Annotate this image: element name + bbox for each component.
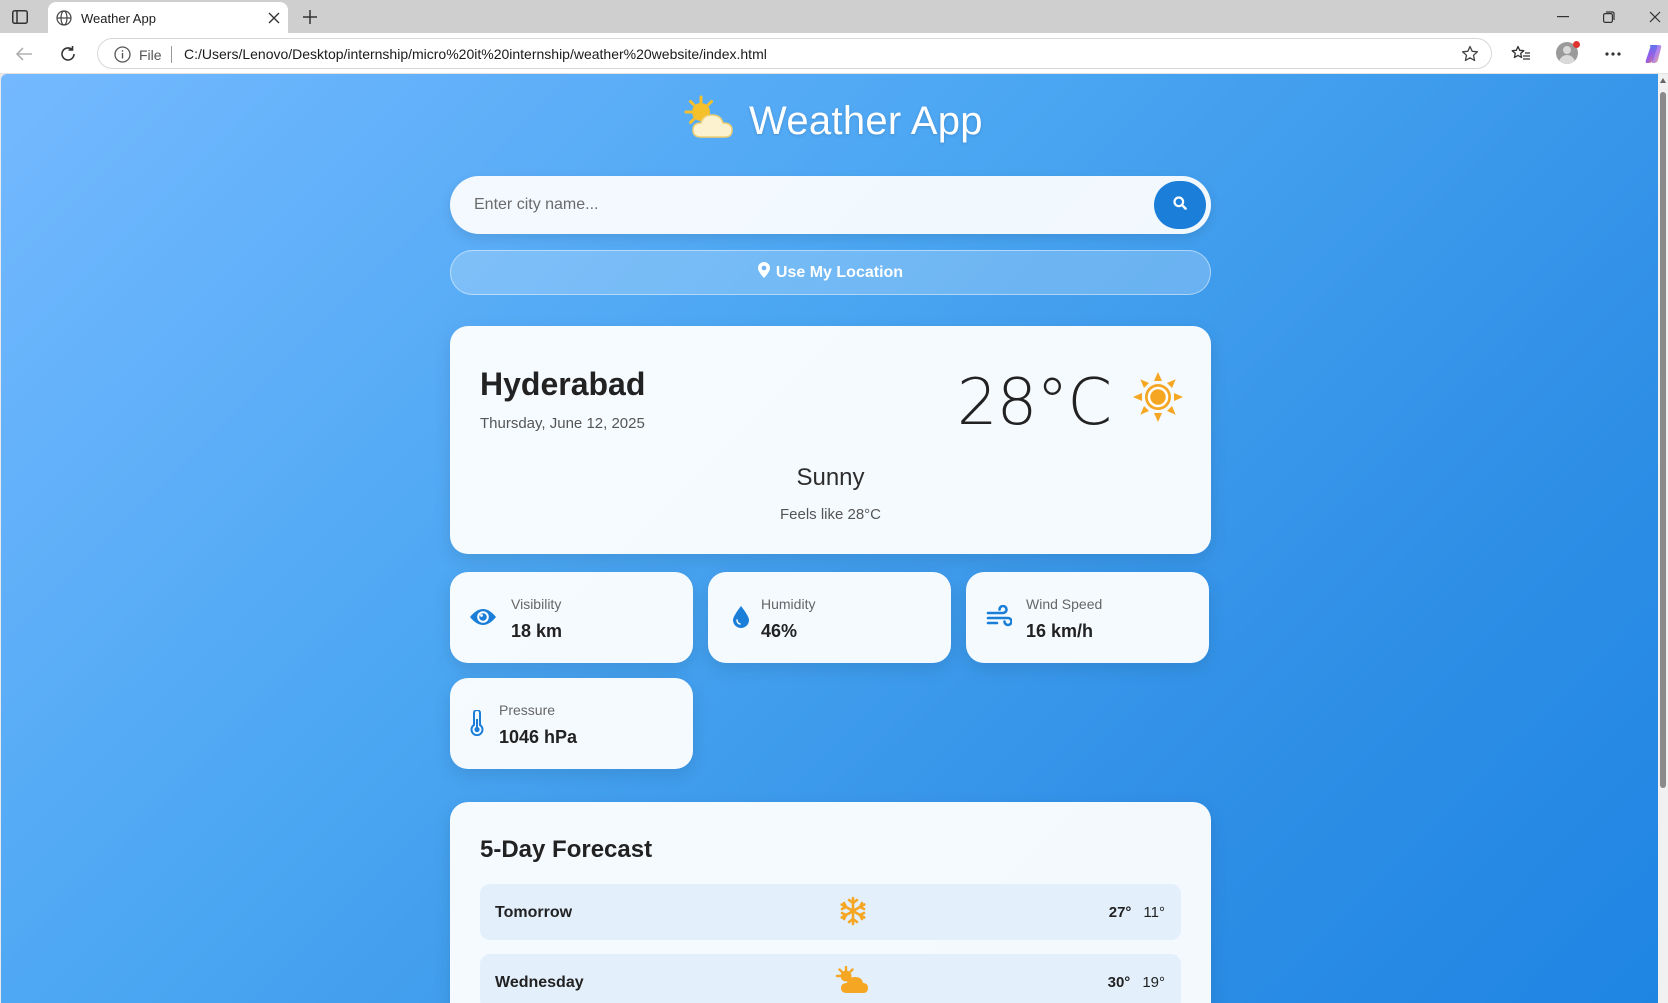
partly-cloudy-icon bbox=[681, 95, 737, 148]
app-title: Weather App bbox=[749, 98, 983, 143]
feels-like: Feels like 28°C bbox=[779, 506, 882, 523]
forecast-high: 30° bbox=[1107, 974, 1131, 991]
detail-value: 46% bbox=[761, 621, 798, 641]
restore-icon[interactable] bbox=[1600, 8, 1618, 26]
current-weather-card: Hyderabad Thursday, June 12, 2025 28°C S… bbox=[450, 326, 1211, 554]
page-viewport: Weather App Use My Location Hyderabad Th… bbox=[1, 74, 1658, 1003]
minimize-icon[interactable] bbox=[1554, 8, 1572, 26]
scrollbar-thumb[interactable] bbox=[1660, 92, 1666, 788]
forecast-day: Wednesday bbox=[495, 974, 584, 991]
forecast-day: Tomorrow bbox=[495, 904, 573, 921]
sidebar-toggle-icon[interactable] bbox=[8, 6, 32, 28]
page-scrollbar[interactable] bbox=[1658, 74, 1668, 1003]
search-icon bbox=[1173, 195, 1187, 215]
partly-cloudy-icon bbox=[835, 965, 869, 1001]
detail-value: 16 km/h bbox=[1026, 621, 1094, 641]
forecast-high: 27° bbox=[1108, 904, 1132, 921]
visibility-card: Visibility 18 km bbox=[450, 572, 693, 663]
more-icon[interactable] bbox=[1601, 42, 1625, 66]
detail-label: Visibility bbox=[511, 596, 562, 612]
snowflake-icon bbox=[839, 896, 867, 931]
copilot-icon[interactable] bbox=[1642, 42, 1666, 66]
refresh-icon[interactable] bbox=[56, 42, 80, 66]
globe-icon bbox=[56, 10, 72, 31]
app-header: Weather App bbox=[681, 95, 983, 148]
current-temperature: 28°C bbox=[956, 366, 1112, 440]
search-button[interactable] bbox=[1154, 181, 1206, 229]
info-icon[interactable] bbox=[114, 46, 131, 68]
use-location-button[interactable]: Use My Location bbox=[450, 250, 1211, 295]
forecast-low: 11° bbox=[1143, 904, 1165, 921]
notification-dot bbox=[1573, 41, 1580, 48]
browser-tab[interactable]: Weather App bbox=[48, 2, 288, 33]
browser-tab-bar: Weather App bbox=[0, 0, 1668, 33]
new-tab-button[interactable] bbox=[299, 6, 321, 28]
tab-title: Weather App bbox=[81, 11, 156, 26]
address-toolbar: File C:/Users/Lenovo/Desktop/internship/… bbox=[0, 33, 1668, 74]
search-bar bbox=[450, 176, 1211, 234]
window-close-icon[interactable] bbox=[1646, 8, 1664, 26]
droplet-icon bbox=[726, 602, 756, 632]
pressure-card: Pressure 1046 hPa bbox=[450, 678, 693, 769]
detail-label: Wind Speed bbox=[1026, 596, 1103, 612]
forecast-card: 5-Day Forecast Tomorrow 27° 11° Wednesda… bbox=[450, 802, 1211, 1003]
detail-label: Pressure bbox=[499, 702, 556, 718]
city-search-input[interactable] bbox=[474, 194, 1124, 216]
divider bbox=[171, 46, 172, 63]
forecast-temps: 30° 19° bbox=[1108, 974, 1165, 991]
wind-speed-card: Wind Speed 16 km/h bbox=[966, 572, 1209, 663]
url-bar[interactable]: File C:/Users/Lenovo/Desktop/internship/… bbox=[97, 38, 1492, 69]
forecast-row: Tomorrow 27° 11° bbox=[480, 884, 1181, 940]
current-date: Thursday, June 12, 2025 bbox=[480, 415, 645, 432]
map-pin-icon bbox=[757, 262, 770, 283]
use-location-label: Use My Location bbox=[775, 263, 904, 281]
forecast-temps: 27° 11° bbox=[1109, 904, 1165, 921]
forecast-low: 19° bbox=[1142, 974, 1165, 991]
file-scheme-label: File bbox=[139, 47, 162, 63]
forecast-title: 5-Day Forecast bbox=[480, 836, 653, 863]
weather-condition: Sunny bbox=[796, 464, 865, 491]
detail-label: Humidity bbox=[761, 596, 816, 612]
scroll-up-arrow-icon[interactable] bbox=[1660, 78, 1666, 83]
detail-value: 1046 hPa bbox=[499, 727, 578, 747]
thermometer-icon bbox=[462, 708, 492, 738]
wind-icon bbox=[984, 602, 1014, 632]
detail-value: 18 km bbox=[511, 621, 563, 641]
back-arrow-icon[interactable] bbox=[12, 42, 36, 66]
city-name: Hyderabad bbox=[480, 366, 646, 402]
favorites-icon[interactable] bbox=[1509, 42, 1533, 66]
eye-icon bbox=[468, 602, 498, 632]
sun-icon bbox=[1133, 372, 1183, 427]
url-text[interactable]: C:/Users/Lenovo/Desktop/internship/micro… bbox=[184, 46, 767, 62]
humidity-card: Humidity 46% bbox=[708, 572, 951, 663]
star-icon[interactable] bbox=[1461, 45, 1479, 68]
forecast-row: Wednesday 30° 19° bbox=[480, 954, 1181, 1003]
close-icon[interactable] bbox=[268, 11, 280, 29]
